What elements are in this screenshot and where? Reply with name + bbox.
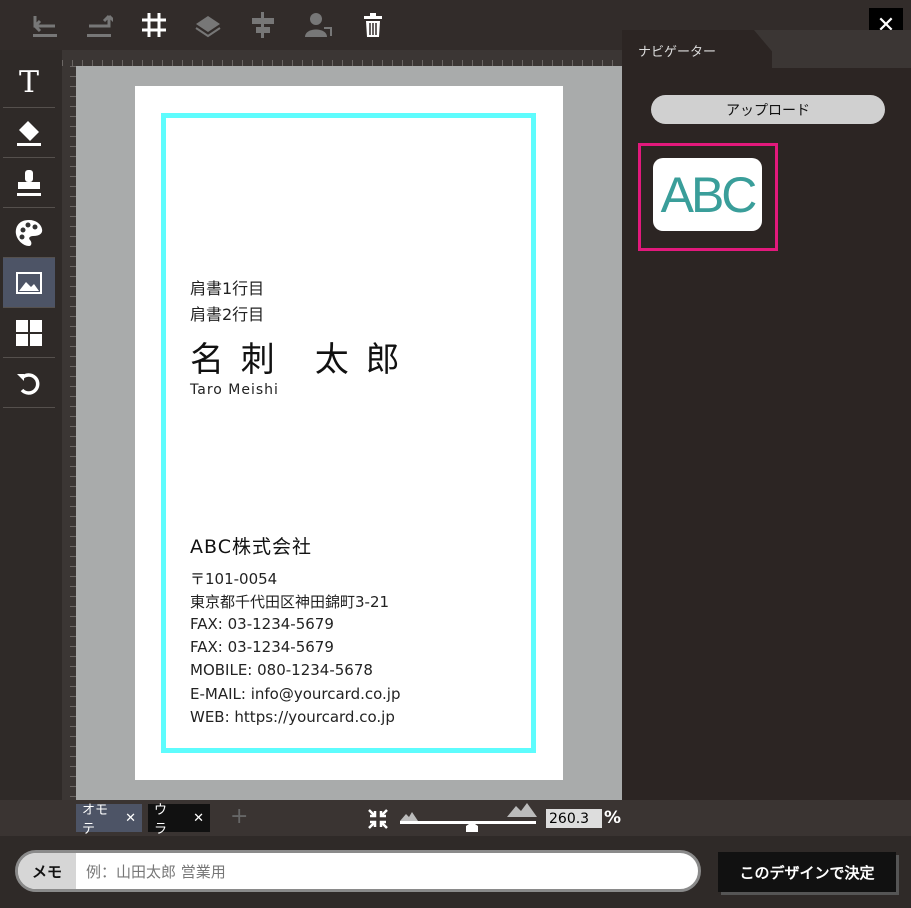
page-bar: オモテ ✕ ウラ ✕ + % [0,800,911,837]
business-card[interactable]: 肩書1行目 肩書2行目 名 刺 太 郎 Taro Meishi ABC株式会社 … [135,86,563,780]
undo-icon[interactable] [30,10,60,40]
reset-tool[interactable] [3,358,55,408]
tab-front-close-icon[interactable]: ✕ [125,811,136,826]
align-icon[interactable] [248,10,278,40]
company-name[interactable]: ABC株式会社 [190,532,312,559]
email[interactable]: E-MAIL: info@yourcard.co.jp [190,685,400,703]
memo-field-wrapper: メモ [15,850,701,892]
zoom-slider[interactable] [400,818,536,832]
postal-code[interactable]: 〒101-0054 [190,568,277,589]
zoom-input[interactable] [546,809,602,828]
memo-input[interactable] [84,853,688,889]
fax-2[interactable]: FAX: 03-1234-5679 [190,638,334,656]
memo-label: メモ [18,853,76,889]
navigator-tab[interactable]: ナビゲーター [622,30,772,68]
address[interactable]: 東京都千代田区神田錦町3-21 [190,591,389,612]
layout-tool[interactable] [3,308,55,358]
tab-front[interactable]: オモテ ✕ [76,803,142,837]
fax-1[interactable]: FAX: 03-1234-5679 [190,615,334,633]
ruler-top [62,50,622,66]
editor-canvas[interactable]: 肩書1行目 肩書2行目 名 刺 太 郎 Taro Meishi ABC株式会社 … [76,66,622,800]
grid-icon[interactable] [139,10,169,40]
tab-front-label: オモテ [82,803,109,837]
tab-back-label: ウラ [154,803,168,837]
eraser-icon [17,120,41,146]
add-page-icon[interactable]: + [230,804,248,829]
palette-icon [15,219,43,246]
layout-icon [16,319,42,346]
memo-bar: メモ このデザインで決定 [0,836,911,908]
text-tool[interactable]: T [3,58,55,108]
image-tool[interactable] [3,258,55,308]
upload-button[interactable]: アップロード [651,95,885,124]
zoom-unit: % [604,808,622,828]
logo-text: ABC [660,166,758,223]
stamp-tool[interactable] [3,158,55,208]
left-toolbar: T [3,58,55,408]
image-icon [16,271,42,294]
stamp-icon [17,169,41,196]
person-icon[interactable] [303,10,333,40]
card-frame[interactable] [161,113,536,753]
tab-back[interactable]: ウラ ✕ [148,803,210,837]
logo-image: ABC [653,158,762,231]
palette-tool[interactable] [3,208,55,258]
ruler-left [62,66,76,800]
title-line-2[interactable]: 肩書2行目 [190,301,264,325]
text-icon: T [18,65,39,100]
zoom-track [400,821,536,824]
redo-icon[interactable] [84,10,114,40]
website[interactable]: WEB: https://yourcard.co.jp [190,708,395,726]
mobile[interactable]: MOBILE: 080-1234-5678 [190,661,373,679]
decide-design-button[interactable]: このデザインで決定 [718,852,896,892]
person-name[interactable]: 名 刺 太 郎 [190,332,403,381]
uploaded-logo-thumbnail[interactable]: ABC [638,143,778,251]
title-line-1[interactable]: 肩書1行目 [190,275,264,299]
tab-back-close-icon[interactable]: ✕ [193,811,204,826]
trash-icon[interactable] [358,10,388,40]
layer-icon[interactable] [193,10,223,40]
rotate-icon [17,372,40,395]
navigator-panel: ナビゲーター アップロード ABC [622,30,911,800]
fit-screen-icon[interactable] [367,808,389,834]
person-name-roman[interactable]: Taro Meishi [190,382,279,398]
eraser-tool[interactable] [3,108,55,158]
